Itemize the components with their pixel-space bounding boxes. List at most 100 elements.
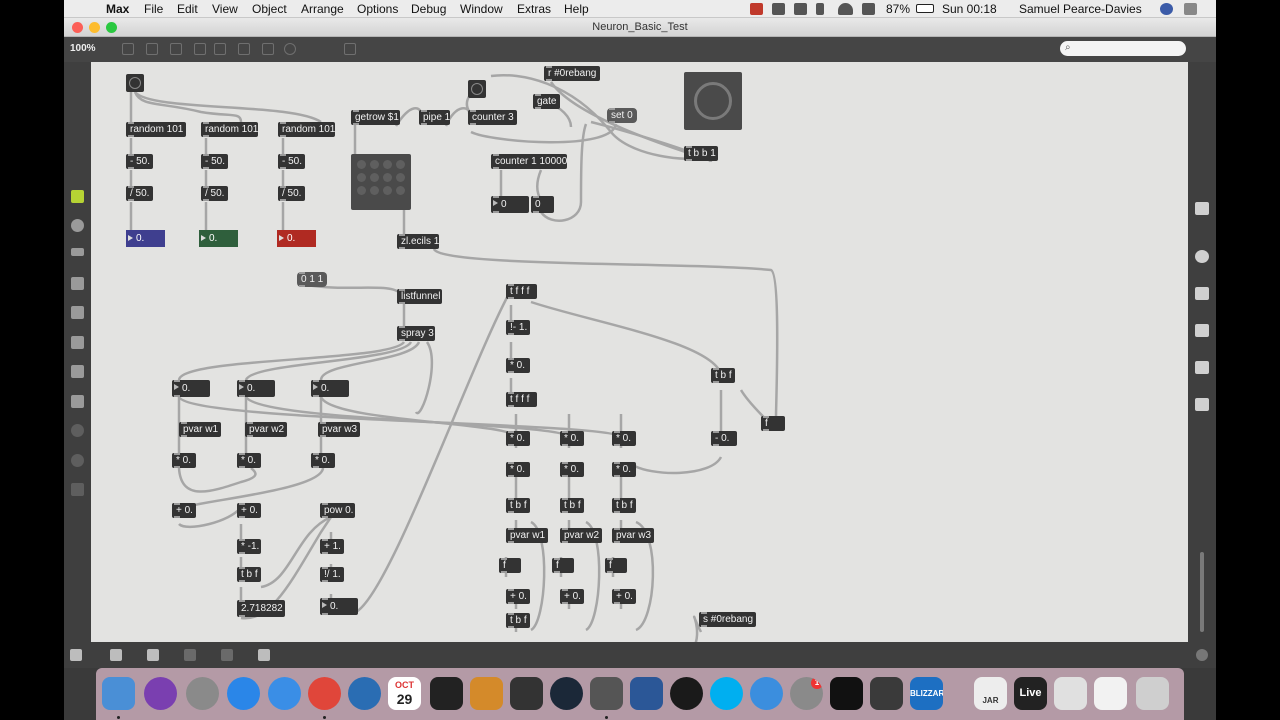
add-object[interactable]: + 1. xyxy=(320,539,344,554)
system-preferences-icon[interactable]: 1 xyxy=(790,677,823,710)
disk-utility-icon[interactable] xyxy=(510,677,543,710)
game-icon[interactable] xyxy=(794,3,807,15)
trigger-object[interactable]: t b f xyxy=(506,498,530,513)
getrow-object[interactable]: getrow $1 xyxy=(351,110,400,125)
multiply-object[interactable]: * 0. xyxy=(506,462,530,477)
menu-list-icon[interactable] xyxy=(1184,3,1197,15)
divide-object[interactable]: / 50. xyxy=(278,186,305,201)
subtract-object[interactable]: - 50. xyxy=(278,154,305,169)
beat-icon[interactable] xyxy=(71,454,84,467)
float-object[interactable]: f xyxy=(499,558,521,573)
vectorworks-icon[interactable] xyxy=(670,677,703,710)
patcher-canvas[interactable]: random 101 random 101 random 101 - 50. -… xyxy=(91,62,1188,642)
trigger-object[interactable]: t b f xyxy=(560,498,584,513)
counter-object[interactable]: counter 3 xyxy=(468,110,517,125)
slider-panel-icon[interactable] xyxy=(71,248,84,256)
paint-icon[interactable] xyxy=(344,43,356,55)
multiply-object[interactable]: * 0. xyxy=(560,431,584,446)
play-icon[interactable] xyxy=(71,306,84,319)
console-icon[interactable] xyxy=(147,649,159,661)
matrix-cell[interactable] xyxy=(396,173,405,182)
pipe-object[interactable]: pipe 1 xyxy=(419,110,450,125)
launchpad-icon[interactable] xyxy=(186,677,219,710)
menu-options[interactable]: Options xyxy=(357,2,398,16)
receive-object[interactable]: r #0rebang xyxy=(544,66,600,81)
matrix-cell[interactable] xyxy=(370,186,379,195)
plug-icon[interactable] xyxy=(71,395,84,408)
float-number-green[interactable]: 0. xyxy=(199,230,238,247)
multiply-object[interactable]: * 0. xyxy=(172,453,196,468)
subtract-object[interactable]: - 0. xyxy=(711,431,737,446)
button-icon[interactable] xyxy=(214,43,226,55)
zl-ecils-object[interactable]: zl.ecils 1 xyxy=(397,234,439,249)
cube-icon[interactable] xyxy=(71,190,84,203)
bluetooth-icon[interactable] xyxy=(816,3,824,15)
float-number-blue[interactable]: 0. xyxy=(126,230,165,247)
float-number-box[interactable]: 0. xyxy=(172,380,210,397)
user-name[interactable]: Samuel Pearce-Davies xyxy=(1019,2,1142,16)
matrix-cell[interactable] xyxy=(357,173,366,182)
presentation-icon[interactable] xyxy=(110,649,122,661)
pvar-object[interactable]: pvar w3 xyxy=(318,422,360,437)
pvar-object[interactable]: pvar w1 xyxy=(179,422,221,437)
dropbox-icon[interactable] xyxy=(772,3,785,15)
reverse-subtract-object[interactable]: !- 1. xyxy=(506,320,530,335)
menu-debug[interactable]: Debug xyxy=(411,2,446,16)
snap-icon[interactable] xyxy=(221,649,233,661)
terminal-icon[interactable] xyxy=(830,677,863,710)
multiply-object[interactable]: * 0. xyxy=(311,453,335,468)
max-icon[interactable] xyxy=(590,677,623,710)
zoom-level[interactable]: 100% xyxy=(70,43,96,54)
finder-icon[interactable] xyxy=(102,677,135,710)
float-number-box[interactable]: 0. xyxy=(311,380,349,397)
multiply-object[interactable]: * 0. xyxy=(560,462,584,477)
trigger-object[interactable]: t b f xyxy=(711,368,735,383)
word-icon[interactable] xyxy=(630,677,663,710)
pow-object[interactable]: pow 0. xyxy=(320,503,355,518)
trigger-object[interactable]: t b f xyxy=(612,498,636,513)
matrix-cell[interactable] xyxy=(383,186,392,195)
trigger-object[interactable]: t b f xyxy=(506,613,530,628)
add-object[interactable]: + 0. xyxy=(612,589,636,604)
reverse-divide-object[interactable]: !/ 1. xyxy=(320,567,344,582)
record-icon[interactable] xyxy=(750,3,763,15)
matrix-cell[interactable] xyxy=(396,160,405,169)
siri-icon[interactable] xyxy=(144,677,177,710)
menu-edit[interactable]: Edit xyxy=(177,2,198,16)
matrix-cell[interactable] xyxy=(370,160,379,169)
book-icon[interactable] xyxy=(1195,287,1209,300)
steam-icon[interactable] xyxy=(550,677,583,710)
grid-icon[interactable] xyxy=(1195,202,1209,215)
safari-icon[interactable] xyxy=(268,677,301,710)
random-object[interactable]: random 101 xyxy=(126,122,186,137)
float-object[interactable]: f xyxy=(552,558,574,573)
subtract-object[interactable]: - 50. xyxy=(201,154,228,169)
audio-app-icon[interactable] xyxy=(470,677,503,710)
float-number-box[interactable]: 0. xyxy=(237,380,275,397)
globe-icon[interactable] xyxy=(1160,3,1173,15)
list-icon[interactable] xyxy=(1195,324,1209,337)
skype-icon[interactable] xyxy=(710,677,743,710)
add-object[interactable]: + 0. xyxy=(560,589,584,604)
dial-icon[interactable] xyxy=(284,43,296,55)
app-store-icon[interactable] xyxy=(227,677,260,710)
document-icon[interactable] xyxy=(1054,677,1087,710)
add-object[interactable]: + 0. xyxy=(172,503,196,518)
multiply-object[interactable]: * -1. xyxy=(237,539,261,554)
divide-object[interactable]: / 50. xyxy=(201,186,228,201)
lock-icon[interactable] xyxy=(70,649,82,661)
checklist-icon[interactable] xyxy=(870,677,903,710)
menu-app-name[interactable]: Max xyxy=(106,2,129,16)
add-object[interactable]: + 0. xyxy=(506,589,530,604)
trigger-object[interactable]: t b b 1 xyxy=(684,146,718,161)
send-object[interactable]: s #0rebang xyxy=(699,612,756,627)
counter-object[interactable]: counter 1 10000 xyxy=(491,154,567,169)
quicktime-icon[interactable] xyxy=(750,677,783,710)
random-object[interactable]: random 101 xyxy=(278,122,335,137)
random-object[interactable]: random 101 xyxy=(201,122,258,137)
float-object[interactable]: f xyxy=(605,558,627,573)
bang-button[interactable] xyxy=(468,80,486,98)
multiply-object[interactable]: * 0. xyxy=(506,358,530,373)
paperclip-icon[interactable] xyxy=(71,365,84,378)
info-icon[interactable] xyxy=(1195,250,1209,263)
